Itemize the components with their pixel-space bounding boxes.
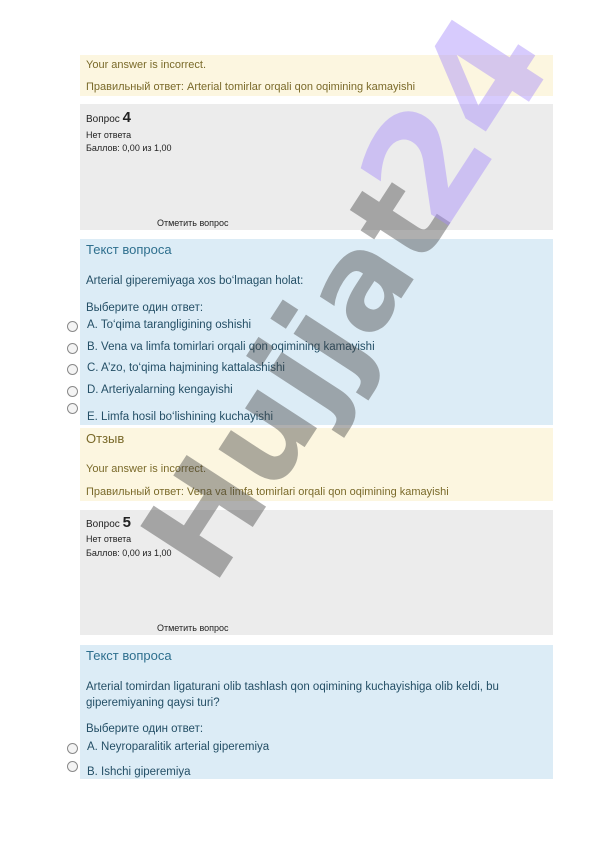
question-number: Вопрос 4 [86,109,131,126]
flag-question-link[interactable]: Отметить вопрос [157,218,229,228]
question-text-panel-5: Текст вопроса Arterial tomirdan ligatura… [80,645,553,779]
feedback-panel-q3: Your answer is incorrect. Правильный отв… [80,55,553,96]
question-text: Arterial tomirdan ligaturani olib tashla… [86,681,499,709]
question-status: Нет ответа [86,130,132,140]
question-status: Нет ответа [86,534,132,544]
question-label: Вопрос [86,114,120,125]
answer-prompt: Выберите один ответ: [86,723,204,735]
option-label: D. Arteriyalarning kengayishi [87,384,233,396]
question-info-5: Вопрос 5 Нет ответа Баллов: 0,00 из 1,00… [80,510,553,635]
question-info-4: Вопрос 4 Нет ответа Баллов: 0,00 из 1,00… [80,104,553,230]
answer-prompt: Выберите один ответ: [86,302,204,314]
incorrect-message: Your answer is incorrect. [86,463,207,475]
question-number: Вопрос 5 [86,514,131,531]
radio-button[interactable] [67,761,78,772]
radio-button[interactable] [67,386,78,397]
option-label: A. Neyroparalitik arterial giperemiya [87,741,270,753]
section-title: Текст вопроса [86,242,172,257]
option-label: E. Limfa hosil bo‘lishining kuchayishi [87,411,274,423]
option-label: A. To‘qima tarangligining oshishi [87,319,252,331]
radio-button[interactable] [67,743,78,754]
question-label: Вопрос [86,519,120,530]
question-text-panel-4: Текст вопроса Arterial giperemiyaga xos … [80,239,553,425]
option-label: C. A’zo, to‘qima hajmining kattalashishi [87,362,285,374]
radio-button[interactable] [67,364,78,375]
question-grade: Баллов: 0,00 из 1,00 [86,143,172,153]
question-text: Arterial giperemiyaga xos bo‘lmagan hola… [86,275,304,287]
incorrect-message: Your answer is incorrect. [86,59,207,71]
question-number-value: 5 [122,514,131,531]
radio-button[interactable] [67,321,78,332]
radio-button[interactable] [67,403,78,414]
feedback-panel-q4: Отзыв Your answer is incorrect. Правильн… [80,428,553,501]
flag-question-link[interactable]: Отметить вопрос [157,623,229,633]
feedback-title: Отзыв [86,431,125,446]
question-number-value: 4 [122,109,131,126]
correct-answer-text: Правильный ответ: Arterial tomirlar orqa… [86,81,416,93]
radio-button[interactable] [67,343,78,354]
option-label: B. Ishchi giperemiya [87,766,191,778]
option-label: B. Vena va limfa tomirlari orqali qon oq… [87,341,375,353]
correct-answer-text: Правильный ответ: Vena va limfa tomirlar… [86,486,449,498]
section-title: Текст вопроса [86,648,172,663]
question-grade: Баллов: 0,00 из 1,00 [86,548,172,558]
